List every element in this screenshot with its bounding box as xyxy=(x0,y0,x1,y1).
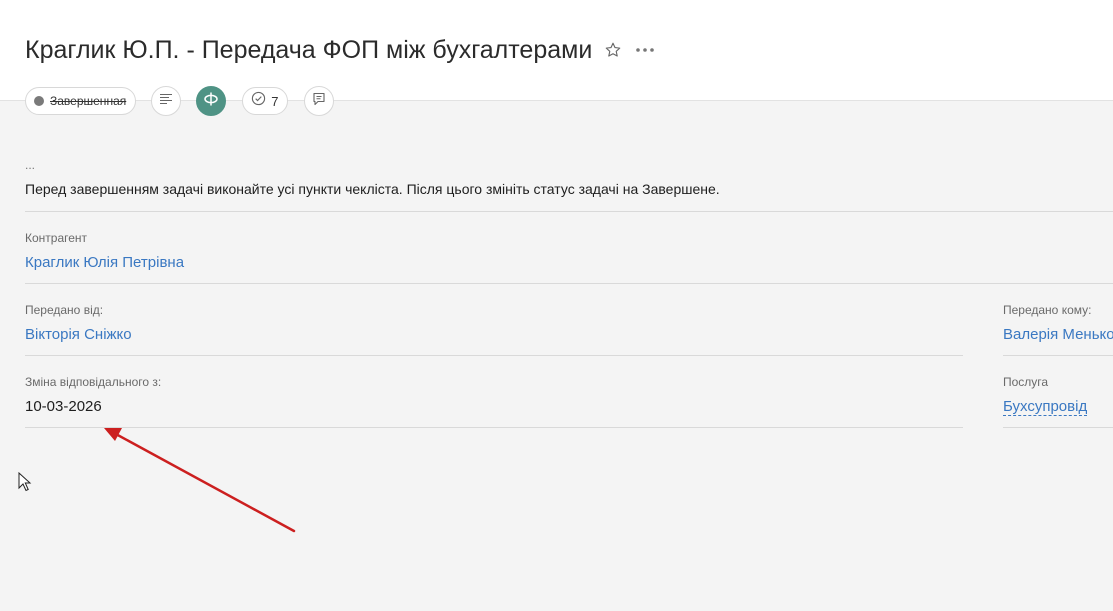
service-label: Послуга xyxy=(1003,375,1049,389)
service-link[interactable]: Бухсупровід xyxy=(1003,398,1088,416)
change-date-label: Зміна відповідального з: xyxy=(25,375,162,389)
star-icon[interactable] xyxy=(604,41,622,59)
divider xyxy=(25,427,963,428)
description-ellipsis: ... xyxy=(25,158,36,172)
description-icon xyxy=(159,92,173,110)
task-description: Перед завершенням задачі виконайте усі п… xyxy=(25,181,720,197)
counterparty-link[interactable]: Краглик Юлія Петрівна xyxy=(25,254,184,271)
divider xyxy=(25,283,1113,284)
comments-button[interactable] xyxy=(304,86,335,116)
cursor-icon xyxy=(18,472,32,492)
status-dot xyxy=(34,96,44,106)
counterparty-label: Контрагент xyxy=(25,231,88,245)
title-row: Краглик Ю.П. - Передача ФОП між бухгалте… xyxy=(25,33,655,67)
divider xyxy=(1003,427,1113,428)
status-badge[interactable]: Завершенная xyxy=(25,87,137,115)
checklist-count: 7 xyxy=(271,93,279,109)
transferred-to-label: Передано кому: xyxy=(1003,303,1092,317)
comment-icon xyxy=(312,92,326,111)
task-header: Краглик Ю.П. - Передача ФОП між бухгалте… xyxy=(0,0,1113,116)
transferred-from-link[interactable]: Вікторія Сніжко xyxy=(25,326,132,343)
divider xyxy=(1003,355,1113,356)
transferred-from-label: Передано від: xyxy=(25,303,104,317)
divider xyxy=(25,355,963,356)
task-toolbar: Завершенная 7 xyxy=(25,86,335,116)
page-title: Краглик Ю.П. - Передача ФОП між бухгалте… xyxy=(25,36,593,64)
status-label: Завершенная xyxy=(50,94,127,108)
divider xyxy=(25,211,1113,212)
description-button[interactable] xyxy=(151,86,182,116)
checklist-icon xyxy=(251,91,266,111)
company-button[interactable] xyxy=(196,86,227,116)
change-date-value[interactable]: 10-03-2026 xyxy=(25,398,102,415)
transferred-to-link[interactable]: Валерія Менько xyxy=(1003,326,1113,343)
checklist-button[interactable]: 7 xyxy=(242,87,289,115)
more-icon[interactable] xyxy=(635,41,655,59)
company-icon xyxy=(203,91,219,112)
